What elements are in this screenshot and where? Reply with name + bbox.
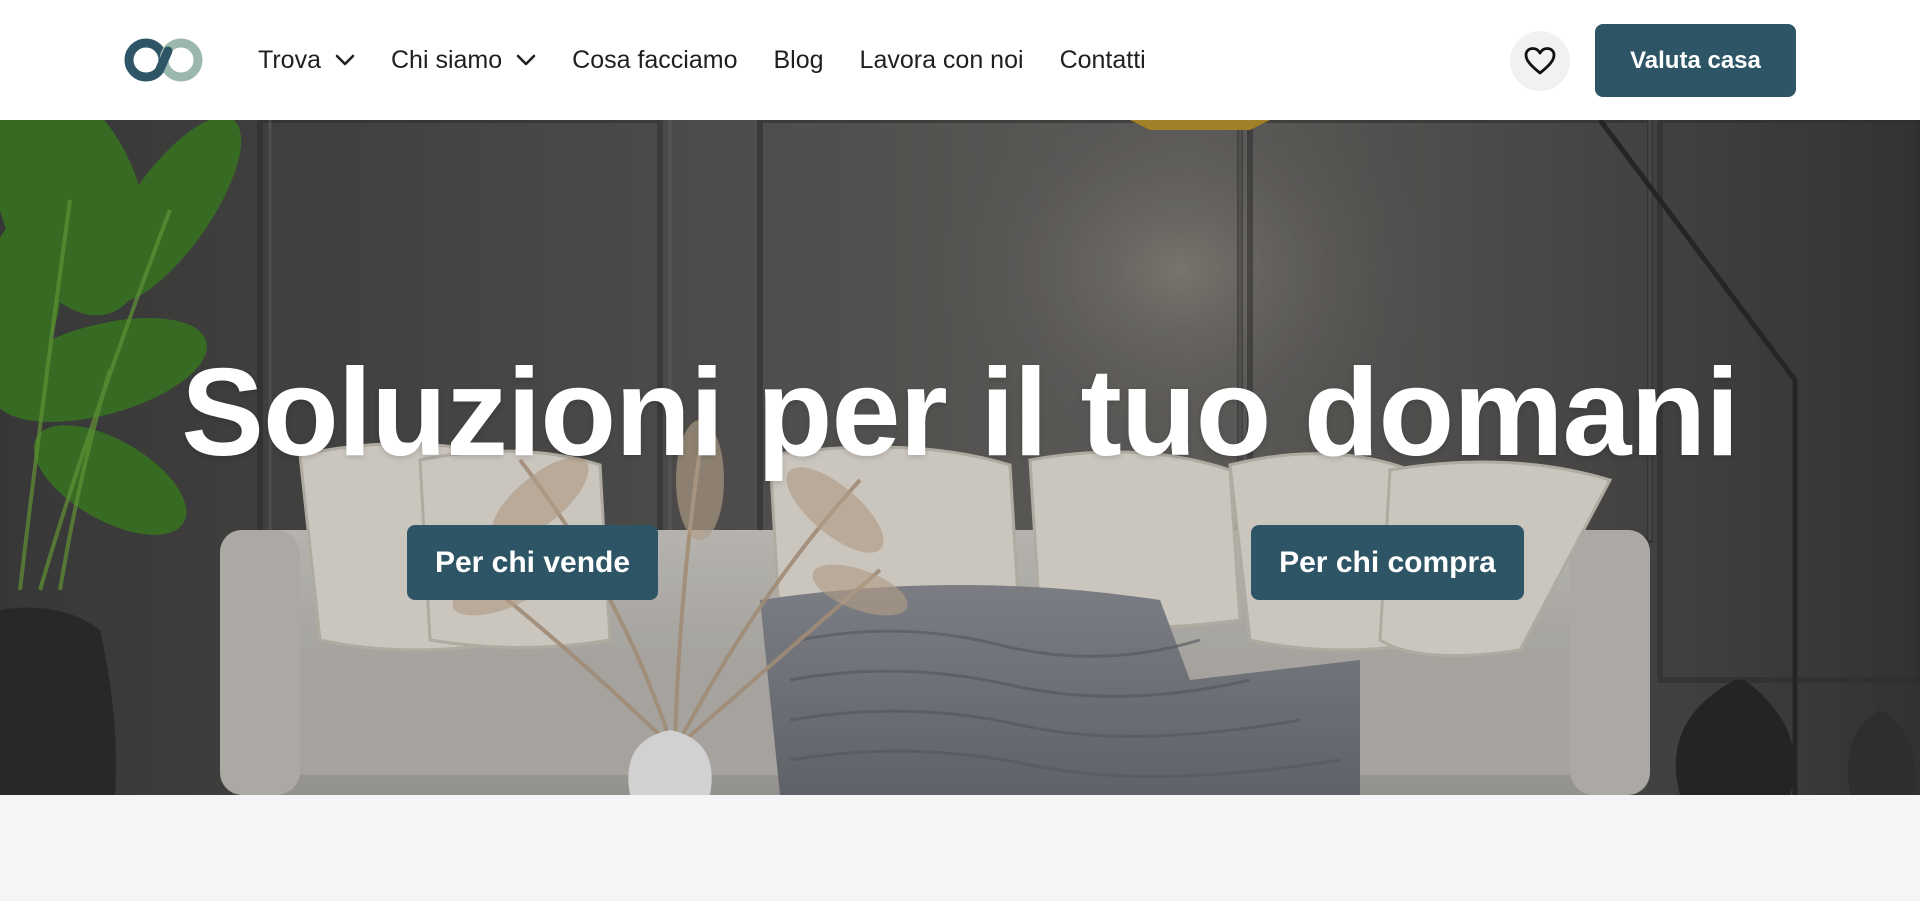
hero-section: Soluzioni per il tuo domani Per chi vend… [0, 120, 1920, 795]
chevron-down-icon [335, 54, 355, 66]
nav-item-trova[interactable]: Trova [258, 46, 355, 75]
logo-icon[interactable] [122, 36, 206, 84]
nav-item-lavora-con-noi[interactable]: Lavora con noi [860, 46, 1024, 75]
nav-item-cosa-facciamo[interactable]: Cosa facciamo [572, 46, 737, 75]
nav-item-chi-siamo[interactable]: Chi siamo [391, 46, 536, 75]
per-chi-vende-button[interactable]: Per chi vende [407, 525, 658, 600]
site-header: Trova Chi siamo Cosa facciamo Blog Lavor… [0, 0, 1920, 120]
nav-item-label: Blog [773, 45, 824, 74]
main-nav: Trova Chi siamo Cosa facciamo Blog Lavor… [258, 0, 1182, 120]
nav-item-label: Contatti [1059, 45, 1146, 74]
nav-item-label: Lavora con noi [859, 45, 1024, 74]
nav-item-label: Trova [258, 45, 321, 74]
nav-item-blog[interactable]: Blog [774, 46, 824, 75]
hero-title: Soluzioni per il tuo domani [181, 344, 1739, 482]
per-chi-compra-button[interactable]: Per chi compra [1251, 525, 1524, 600]
nav-item-contatti[interactable]: Contatti [1060, 46, 1146, 75]
valuta-casa-button[interactable]: Valuta casa [1595, 24, 1796, 97]
chevron-down-icon [516, 54, 536, 66]
nav-item-label: Chi siamo [390, 45, 503, 74]
nav-item-label: Cosa facciamo [572, 45, 738, 74]
heart-icon [1524, 47, 1556, 75]
content-section-start [0, 795, 1920, 901]
favorites-button[interactable] [1510, 31, 1570, 91]
